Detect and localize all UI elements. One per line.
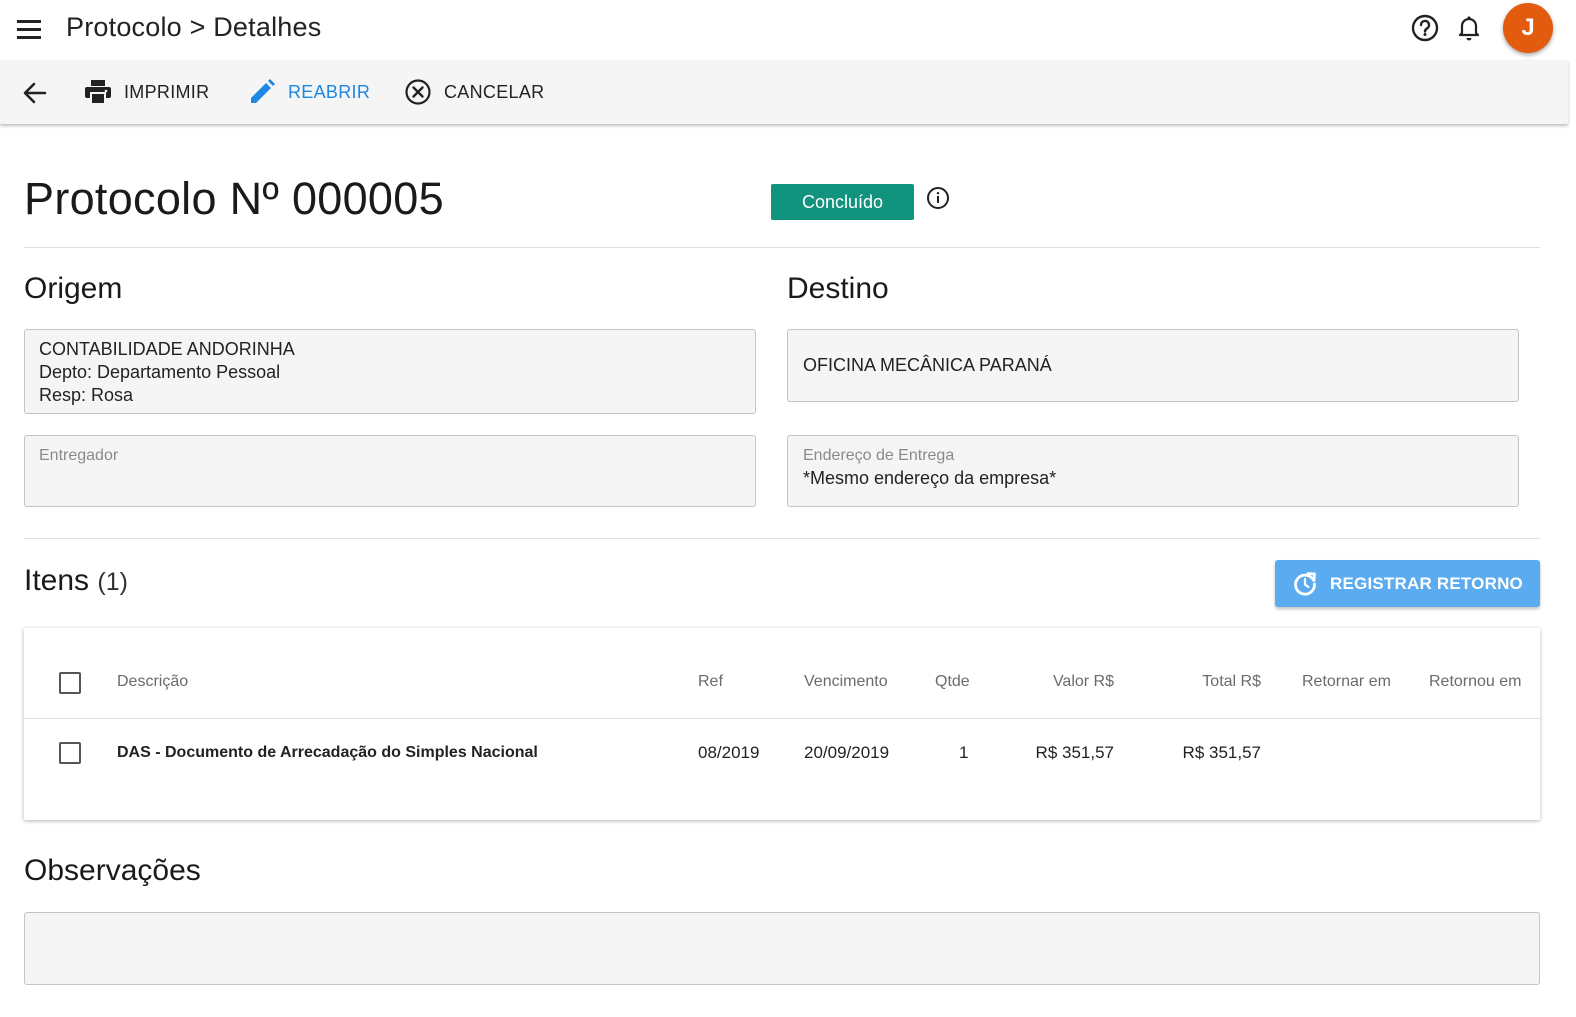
app-bar: Protocolo > Detalhes J (0, 0, 1576, 60)
destino-heading: Destino (787, 272, 889, 305)
page-title: Protocolo Nº 000005 (24, 173, 444, 224)
cancel-label: CANCELAR (444, 81, 545, 102)
breadcrumb: Protocolo > Detalhes (66, 12, 322, 42)
cell-valor: R$ 351,57 (1035, 743, 1114, 762)
cell-descricao: DAS - Documento de Arrecadação do Simple… (117, 744, 538, 761)
col-descricao[interactable]: Descrição (117, 673, 188, 691)
cell-total: R$ 351,57 (1182, 743, 1261, 762)
action-toolbar: IMPRIMIR REABRIR CANCELAR (0, 60, 1568, 124)
avatar[interactable]: J (1503, 3, 1553, 53)
back-arrow-icon[interactable] (22, 80, 48, 106)
header-row-divider (24, 718, 1540, 719)
refresh-icon (1294, 571, 1316, 596)
observacoes-heading: Observações (24, 854, 201, 887)
col-vencimento[interactable]: Vencimento (804, 673, 888, 691)
entregador-field[interactable]: Entregador (24, 435, 756, 507)
header-divider (24, 247, 1540, 248)
col-retornar-em[interactable]: Retornar em (1302, 673, 1391, 691)
items-table: Descrição Ref Vencimento Qtde Valor R$ T… (24, 628, 1540, 820)
info-icon[interactable] (926, 186, 950, 210)
cell-ref: 08/2019 (698, 743, 760, 762)
itens-count: (1) (97, 568, 128, 596)
col-qtde[interactable]: Qtde (935, 673, 970, 691)
origem-company: CONTABILIDADE ANDORINHA (39, 339, 295, 359)
destino-info-box: OFICINA MECÂNICA PARANÁ (787, 329, 1519, 402)
cancel-button[interactable]: CANCELAR (404, 74, 544, 110)
col-ref[interactable]: Ref (698, 673, 723, 691)
itens-heading: Itens (1) (24, 564, 128, 598)
cell-vencimento: 20/09/2019 (804, 743, 890, 762)
printer-icon (85, 80, 111, 105)
registrar-retorno-label: REGISTRAR RETORNO (1330, 573, 1523, 593)
origem-info-box: CONTABILIDADE ANDORINHA Depto: Departame… (24, 329, 756, 414)
origem-resp: Resp: Rosa (39, 385, 134, 405)
destino-company: OFICINA MECÂNICA PARANÁ (803, 355, 1052, 375)
registrar-retorno-button[interactable]: REGISTRAR RETORNO (1275, 560, 1540, 607)
menu-icon[interactable] (14, 14, 44, 44)
notifications-icon[interactable] (1455, 13, 1483, 43)
endereco-entrega-label: Endereço de Entrega (803, 447, 955, 464)
print-button[interactable]: IMPRIMIR (84, 74, 209, 110)
cell-qtde: 1 (959, 743, 969, 762)
endereco-entrega-value: *Mesmo endereço da empresa* (803, 468, 1057, 488)
status-badge: Concluído (771, 184, 914, 220)
origem-dept: Depto: Departamento Pessoal (39, 362, 281, 382)
edit-pencil-icon (251, 79, 275, 103)
help-icon[interactable] (1410, 13, 1440, 43)
observacoes-field[interactable] (24, 912, 1540, 985)
col-retornou-em[interactable]: Retornou em (1429, 673, 1522, 691)
row-checkbox[interactable] (59, 742, 81, 764)
col-valor[interactable]: Valor R$ (1014, 673, 1114, 691)
entregador-label: Entregador (39, 447, 119, 464)
reopen-label: REABRIR (288, 81, 371, 102)
section-divider (24, 538, 1540, 539)
reopen-button[interactable]: REABRIR (248, 74, 370, 110)
col-total[interactable]: Total R$ (1161, 673, 1261, 691)
itens-title: Itens (24, 564, 90, 597)
print-label: IMPRIMIR (124, 81, 210, 102)
select-all-checkbox[interactable] (59, 672, 81, 694)
cancel-circle-icon (405, 79, 431, 105)
endereco-entrega-field[interactable]: Endereço de Entrega *Mesmo endereço da e… (787, 435, 1519, 507)
origem-heading: Origem (24, 272, 123, 305)
